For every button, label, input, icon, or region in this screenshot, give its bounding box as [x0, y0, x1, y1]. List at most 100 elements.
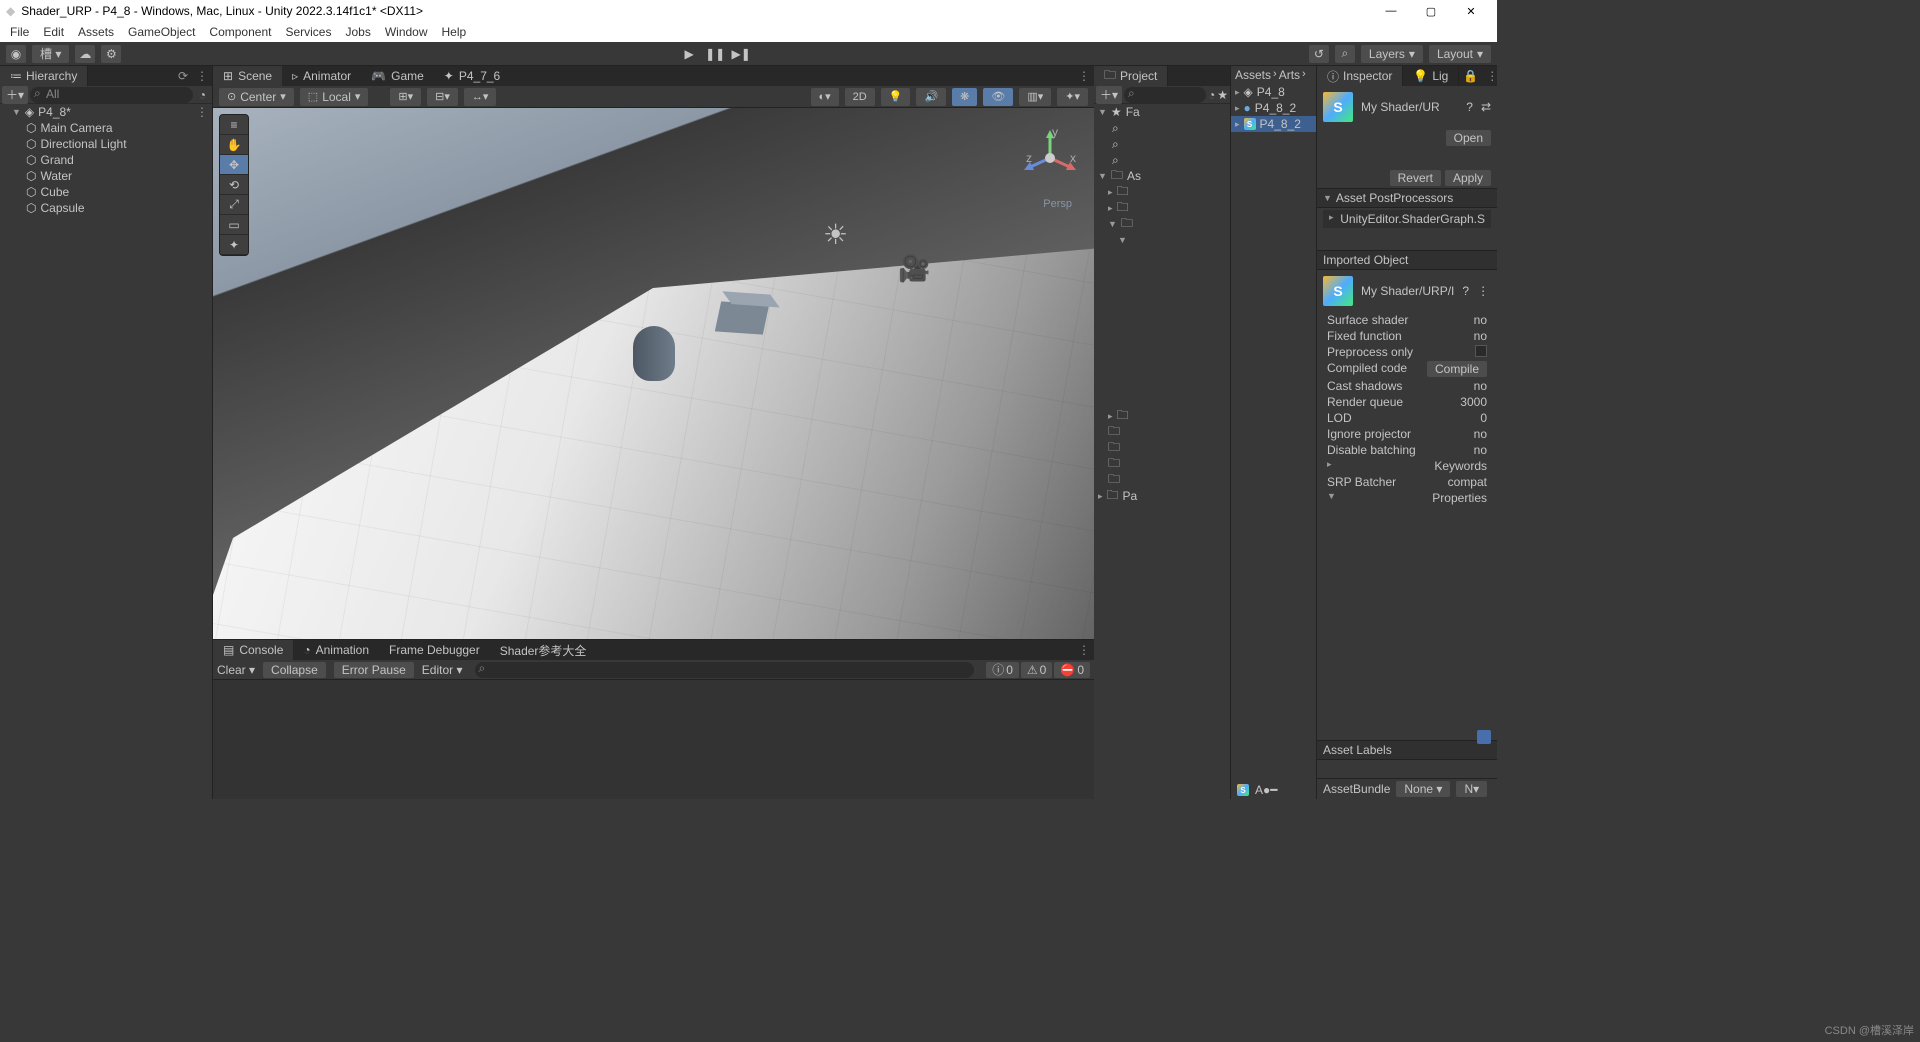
- tab-animation[interactable]: ◔Animation: [293, 640, 379, 660]
- section-keywords[interactable]: ▸Keywords: [1317, 458, 1497, 474]
- snap-increment-dropdown[interactable]: ⊟▾: [427, 88, 458, 106]
- account-dropdown[interactable]: 槽 ▾: [32, 45, 69, 63]
- scale-tool-icon[interactable]: ⤢: [220, 195, 248, 215]
- grid-snap-dropdown[interactable]: ⊞▾: [390, 88, 421, 106]
- hierarchy-create-button[interactable]: ＋▾: [2, 86, 28, 104]
- hierarchy-search-type-icon[interactable]: ◔: [195, 88, 210, 102]
- rect-tool-icon[interactable]: ▭: [220, 215, 248, 235]
- hierarchy-menu-icon[interactable]: ⋮: [192, 69, 212, 83]
- project-create-button[interactable]: ＋▾: [1096, 86, 1122, 104]
- console-errorpause-toggle[interactable]: Error Pause: [334, 662, 414, 678]
- scene-menu-icon[interactable]: ⋮: [192, 105, 212, 119]
- audio-toggle-icon[interactable]: 🔊: [916, 88, 946, 106]
- preset-icon[interactable]: ⇄: [1481, 100, 1491, 114]
- hierarchy-item[interactable]: ⬡Water: [0, 168, 212, 184]
- move-tool-icon[interactable]: ✥: [220, 155, 248, 175]
- menu-window[interactable]: Window: [385, 25, 428, 39]
- scene-object-capsule[interactable]: [633, 326, 675, 381]
- inspector-tab[interactable]: ⓘInspector: [1317, 66, 1403, 86]
- menu-jobs[interactable]: Jobs: [345, 25, 370, 39]
- console-warn-count[interactable]: ⚠0: [1021, 662, 1052, 678]
- hierarchy-search[interactable]: All: [30, 87, 193, 103]
- camera-gizmo-icon[interactable]: 🎥: [898, 253, 930, 284]
- tab-console[interactable]: ▤Console: [213, 640, 293, 660]
- console-menu-icon[interactable]: ⋮: [1074, 643, 1094, 657]
- project-file-item[interactable]: ▸◈P4_8: [1231, 84, 1316, 100]
- hidden-toggle-icon[interactable]: 👁: [983, 88, 1013, 106]
- minimize-button[interactable]: —: [1371, 5, 1411, 17]
- compile-button[interactable]: Compile: [1427, 361, 1487, 377]
- project-search-saved[interactable]: ⌕: [1094, 120, 1230, 136]
- lighting-toggle-icon[interactable]: 💡: [881, 88, 911, 106]
- lighting-tab[interactable]: 💡Lig: [1403, 66, 1459, 86]
- viewtool-grip-icon[interactable]: ≡: [220, 115, 248, 135]
- console-editor-dropdown[interactable]: Editor ▾: [422, 663, 463, 677]
- hierarchy-item[interactable]: ⬡Cube: [0, 184, 212, 200]
- project-search-saved[interactable]: ⌕: [1094, 136, 1230, 152]
- help-icon[interactable]: ?: [1462, 284, 1469, 298]
- hierarchy-scene-root[interactable]: ▼ ◈ P4_8* ⋮: [0, 104, 212, 120]
- menu-edit[interactable]: Edit: [43, 25, 64, 39]
- console-clear-button[interactable]: Clear ▾: [217, 663, 255, 677]
- section-properties[interactable]: ▼Properties: [1317, 490, 1497, 506]
- project-folder[interactable]: ▼: [1094, 232, 1230, 248]
- foldout-arrow-icon[interactable]: ▼: [12, 107, 21, 117]
- hierarchy-item[interactable]: ⬡Grand: [0, 152, 212, 168]
- transform-tool-icon[interactable]: ✦: [220, 235, 248, 255]
- drawmode-dropdown[interactable]: ◐▾: [811, 88, 839, 106]
- assetbundle-variant-dropdown[interactable]: N▾: [1456, 781, 1487, 797]
- tab-scene[interactable]: ⊞Scene: [213, 66, 282, 86]
- settings-icon[interactable]: ⚙: [101, 45, 121, 63]
- rotate-tool-icon[interactable]: ⟲: [220, 175, 248, 195]
- snap-settings-dropdown[interactable]: ↔▾: [464, 88, 497, 106]
- undo-history-icon[interactable]: ↺: [1309, 45, 1329, 63]
- tool-space-dropdown[interactable]: ⬚Local ▾: [300, 88, 369, 106]
- search-save-icon[interactable]: ★: [1217, 88, 1228, 102]
- hand-tool-icon[interactable]: ✋: [220, 135, 248, 155]
- console-error-count[interactable]: ⛔0: [1054, 662, 1090, 678]
- center-menu-icon[interactable]: ⋮: [1074, 69, 1094, 83]
- inspector-menu-icon[interactable]: ⋮: [1482, 69, 1502, 83]
- menu-gameobject[interactable]: GameObject: [128, 25, 195, 39]
- tab-animator[interactable]: ▹Animator: [282, 66, 361, 86]
- close-button[interactable]: ✕: [1451, 5, 1491, 18]
- inspector-lock-icon[interactable]: 🔒: [1459, 69, 1482, 83]
- hierarchy-tab[interactable]: ≔ Hierarchy: [0, 66, 88, 86]
- console-body[interactable]: [213, 680, 1094, 799]
- project-favorites[interactable]: ▼★ Fa: [1094, 104, 1230, 120]
- fx-toggle-icon[interactable]: ❋: [952, 88, 977, 106]
- project-file-item[interactable]: ▸●P4_8_2: [1231, 100, 1316, 116]
- revert-button[interactable]: Revert: [1390, 170, 1441, 186]
- account-icon[interactable]: ◉: [6, 45, 26, 63]
- menu-services[interactable]: Services: [285, 25, 331, 39]
- hierarchy-item[interactable]: ⬡Main Camera: [0, 120, 212, 136]
- gizmos-dropdown[interactable]: ✦▾: [1057, 88, 1088, 106]
- tab-extra[interactable]: ✦P4_7_6: [434, 66, 510, 86]
- project-breadcrumb[interactable]: Assets › Arts ›: [1231, 66, 1316, 84]
- console-search[interactable]: [475, 662, 975, 678]
- menu-component[interactable]: Component: [209, 25, 271, 39]
- play-button[interactable]: ▶: [679, 45, 699, 63]
- tab-game[interactable]: 🎮Game: [361, 66, 434, 86]
- step-button[interactable]: ▶❚: [731, 45, 751, 63]
- tab-shader-ref[interactable]: Shader参考大全: [490, 640, 597, 660]
- project-folder-expanded[interactable]: ▼🗀: [1094, 216, 1230, 232]
- layout-dropdown[interactable]: Layout ▾: [1429, 45, 1491, 63]
- projection-label[interactable]: Persp: [1043, 198, 1072, 210]
- search-filter-icon[interactable]: ◔: [1208, 88, 1215, 102]
- project-packages-root[interactable]: ▸🗀 Pa: [1094, 488, 1230, 504]
- camera-dropdown[interactable]: ▥▾: [1019, 88, 1051, 106]
- directional-light-gizmo-icon[interactable]: ☀: [823, 218, 848, 251]
- maximize-button[interactable]: ▢: [1411, 5, 1451, 18]
- mode-2d-toggle[interactable]: 2D: [845, 88, 875, 106]
- project-tab[interactable]: 🗀Project: [1094, 66, 1168, 86]
- tool-pivot-dropdown[interactable]: ⊙Center ▾: [219, 88, 294, 106]
- hierarchy-lock-icon[interactable]: ⟳: [174, 69, 192, 83]
- project-slider[interactable]: A●━: [1255, 783, 1277, 797]
- scene-object-cube[interactable]: [715, 301, 769, 334]
- help-icon[interactable]: ?: [1466, 100, 1473, 114]
- project-search[interactable]: [1124, 87, 1206, 103]
- menu-file[interactable]: File: [10, 25, 29, 39]
- hierarchy-item[interactable]: ⬡Directional Light: [0, 136, 212, 152]
- cloud-icon[interactable]: ☁: [75, 45, 95, 63]
